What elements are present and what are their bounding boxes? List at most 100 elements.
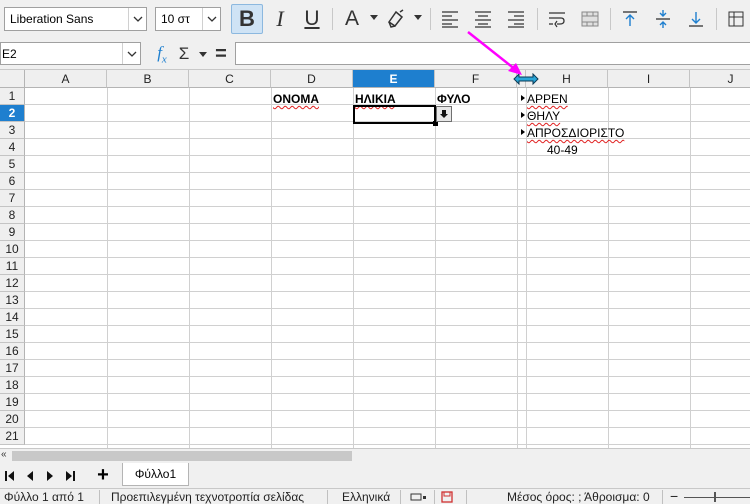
underline-button[interactable]: U <box>298 4 326 34</box>
row-header-15[interactable]: 15 <box>0 326 25 343</box>
italic-button[interactable]: I <box>266 4 294 34</box>
outline-marker-icon <box>521 95 525 101</box>
next-sheet-button[interactable] <box>44 469 56 483</box>
row-header-4[interactable]: 4 <box>0 139 25 156</box>
bold-button[interactable]: B <box>231 4 263 34</box>
sum-dropdown-icon[interactable] <box>199 52 207 58</box>
chevron-down-icon[interactable] <box>128 8 146 30</box>
add-sheet-button[interactable]: + <box>94 464 112 486</box>
row-header-8[interactable]: 8 <box>0 207 25 224</box>
toolbar-separator <box>537 8 538 30</box>
font-size-combo[interactable]: 10 στ <box>155 7 221 31</box>
column-header-j[interactable]: J <box>690 70 750 88</box>
row-header-2[interactable]: 2 <box>0 105 25 122</box>
row-header-14[interactable]: 14 <box>0 309 25 326</box>
language-indicator[interactable]: Ελληνικά <box>342 490 390 504</box>
align-right-icon <box>508 11 524 28</box>
scrollbar-thumb[interactable] <box>12 451 352 461</box>
sheet-count: Φύλλο 1 από 1 <box>4 490 84 504</box>
cell-d1[interactable]: ΟΝΟΜΑ <box>273 91 319 107</box>
grid-line <box>435 88 436 448</box>
document-modified-icon[interactable] <box>441 491 453 503</box>
chevron-down-icon[interactable] <box>122 43 140 64</box>
cell-h2[interactable]: ΘΗΛΥ <box>527 108 560 124</box>
row-header-10[interactable]: 10 <box>0 241 25 258</box>
name-box-value: E2 <box>2 46 17 61</box>
selection-mode-icon[interactable] <box>410 492 428 502</box>
grid-line <box>25 172 750 173</box>
align-middle-button[interactable] <box>649 4 677 34</box>
grid-line <box>25 444 750 445</box>
outline-marker-icon <box>521 129 525 135</box>
page-style[interactable]: Προεπιλεγμένη τεχνοτροπία σελίδας <box>111 490 304 504</box>
column-header-d[interactable]: D <box>271 70 353 88</box>
grid-line <box>25 240 750 241</box>
grid-line <box>25 393 750 394</box>
row-header-5[interactable]: 5 <box>0 156 25 173</box>
row-header-13[interactable]: 13 <box>0 292 25 309</box>
row-header-20[interactable]: 20 <box>0 411 25 428</box>
function-wizard-button[interactable]: fx <box>151 43 173 65</box>
font-name-combo[interactable]: Liberation Sans <box>4 7 147 31</box>
highlight-button[interactable] <box>382 4 410 34</box>
font-color-button[interactable]: A <box>338 4 366 34</box>
row-header-11[interactable]: 11 <box>0 258 25 275</box>
active-cell-e2[interactable] <box>353 105 436 124</box>
highlight-dropdown-icon[interactable] <box>414 15 422 21</box>
first-sheet-button[interactable] <box>4 469 16 483</box>
sheet-tab-1[interactable]: Φύλλο1 <box>122 463 189 486</box>
status-separator <box>662 490 663 504</box>
align-bottom-button[interactable] <box>682 4 710 34</box>
select-all-corner[interactable] <box>0 70 25 88</box>
more-toolbar-button[interactable] <box>722 4 750 34</box>
row-header-18[interactable]: 18 <box>0 377 25 394</box>
status-separator <box>466 490 467 504</box>
formula-bar: E2 fx Σ = <box>0 38 750 70</box>
name-box[interactable]: E2 <box>0 42 141 65</box>
validation-dropdown-button[interactable] <box>436 106 452 122</box>
zoom-slider[interactable] <box>684 497 750 498</box>
column-header-b[interactable]: B <box>107 70 189 88</box>
previous-sheet-button[interactable] <box>24 469 36 483</box>
sum-button[interactable]: Σ <box>175 44 193 64</box>
font-color-dropdown-icon[interactable] <box>370 15 378 21</box>
chevron-down-icon[interactable] <box>202 8 220 30</box>
row-header-3[interactable]: 3 <box>0 122 25 139</box>
scroll-left-icon[interactable]: « <box>1 449 7 460</box>
last-sheet-button[interactable] <box>64 469 76 483</box>
zoom-out-icon[interactable]: − <box>670 489 678 503</box>
grid-line <box>189 88 190 448</box>
grid-line <box>25 189 750 190</box>
column-header-a[interactable]: A <box>25 70 107 88</box>
row-header-17[interactable]: 17 <box>0 360 25 377</box>
cell-f1[interactable]: ΦΥΛΟ <box>437 91 470 107</box>
horizontal-scrollbar[interactable]: « <box>0 448 750 463</box>
row-header-7[interactable]: 7 <box>0 190 25 207</box>
formula-button[interactable]: = <box>212 43 230 65</box>
column-header-e[interactable]: E <box>353 70 435 88</box>
merge-cells-button[interactable] <box>576 4 604 34</box>
row-header-16[interactable]: 16 <box>0 343 25 360</box>
row-header-12[interactable]: 12 <box>0 275 25 292</box>
grid-line <box>107 88 108 448</box>
row-header-6[interactable]: 6 <box>0 173 25 190</box>
row-header-9[interactable]: 9 <box>0 224 25 241</box>
column-header-c[interactable]: C <box>189 70 271 88</box>
grid-line <box>25 342 750 343</box>
cell-h3[interactable]: ΑΠΡΟΣΔΙΟΡΙΣΤΟ <box>527 125 624 141</box>
grid-line <box>25 206 750 207</box>
row-header-1[interactable]: 1 <box>0 88 25 105</box>
next-sheet-icon <box>47 471 53 481</box>
formatting-toolbar: Liberation Sans 10 στ B I U A <box>0 0 750 38</box>
cell-h4[interactable]: 40-49 <box>547 142 578 158</box>
align-top-button[interactable] <box>616 4 644 34</box>
column-header-i[interactable]: I <box>608 70 690 88</box>
row-header-19[interactable]: 19 <box>0 394 25 411</box>
wrap-text-button[interactable] <box>543 4 571 34</box>
cell-h1[interactable]: ΑΡΡΕΝ <box>527 91 568 107</box>
grid-line <box>25 223 750 224</box>
zoom-slider-thumb[interactable] <box>714 492 716 502</box>
font-color-icon: A <box>344 7 359 30</box>
row-header-21[interactable]: 21 <box>0 428 25 445</box>
grid-line <box>25 410 750 411</box>
